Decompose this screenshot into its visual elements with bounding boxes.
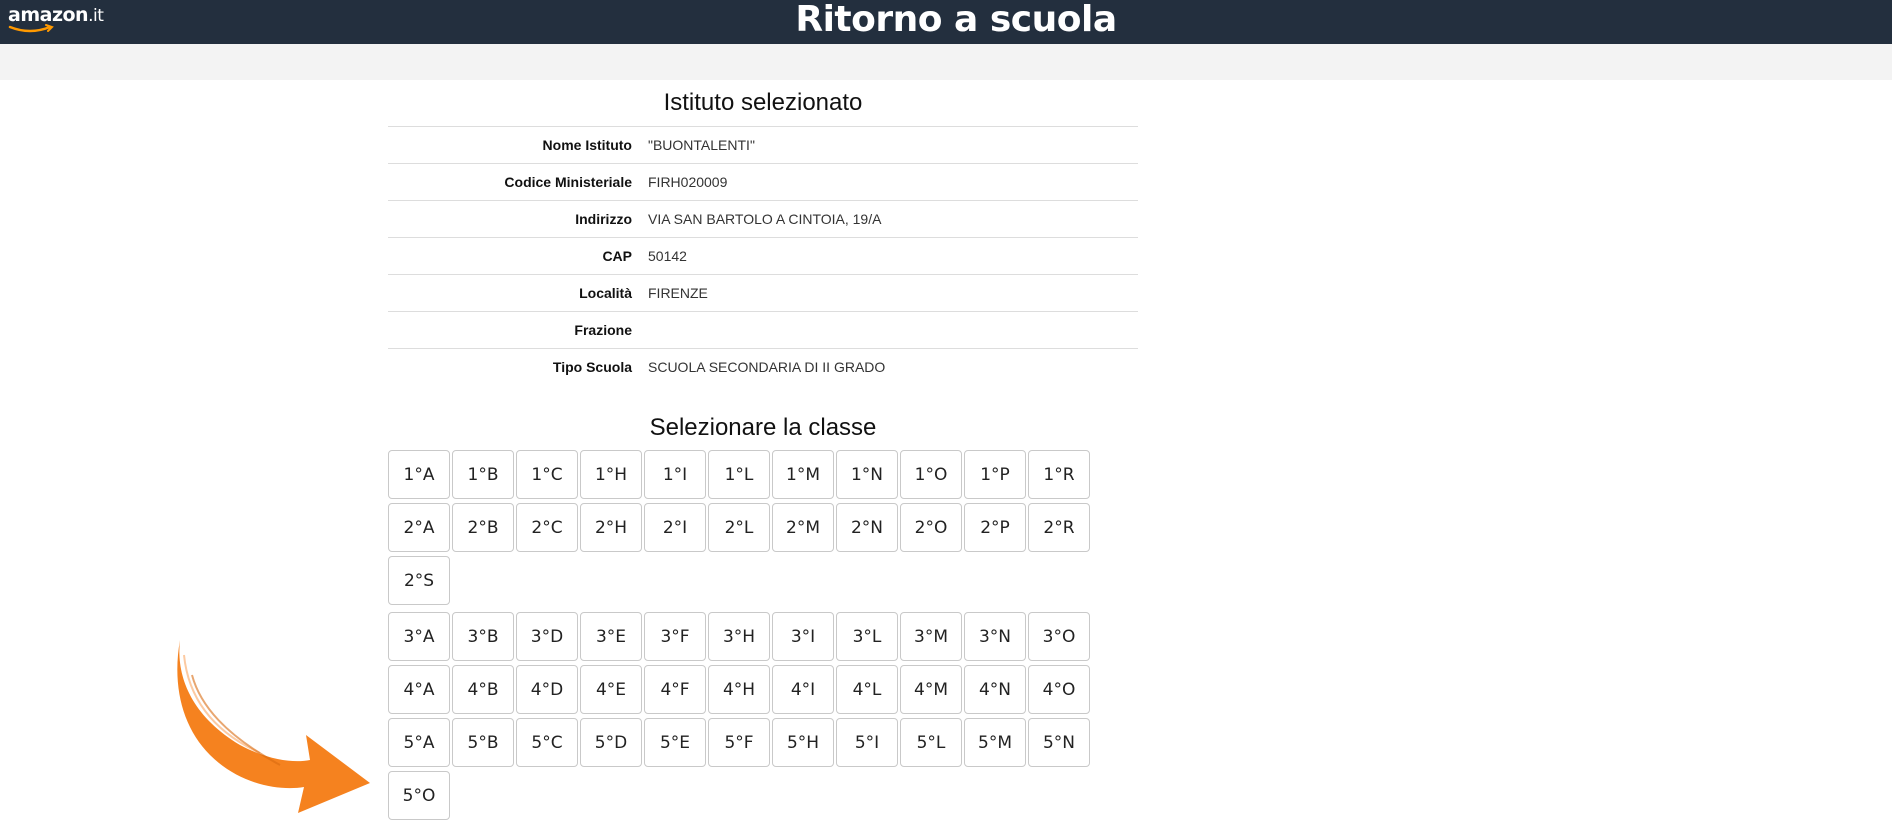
class-button[interactable]: 5°F xyxy=(708,718,770,767)
school-info-label: Località xyxy=(579,285,632,301)
class-button[interactable]: 3°F xyxy=(644,612,706,661)
school-info-label: Codice Ministeriale xyxy=(504,174,632,190)
class-button[interactable]: 5°N xyxy=(1028,718,1090,767)
class-button[interactable]: 5°C xyxy=(516,718,578,767)
class-button[interactable]: 2°L xyxy=(708,503,770,552)
class-button[interactable]: 3°E xyxy=(580,612,642,661)
class-button[interactable]: 2°C xyxy=(516,503,578,552)
class-button[interactable]: 5°M xyxy=(964,718,1026,767)
class-button[interactable]: 4°D xyxy=(516,665,578,714)
class-button[interactable]: 2°H xyxy=(580,503,642,552)
school-info-table: Nome Istituto "BUONTALENTI" Codice Ministe… xyxy=(388,126,1138,386)
class-button[interactable]: 3°M xyxy=(900,612,962,661)
class-button[interactable]: 5°I xyxy=(836,718,898,767)
class-button[interactable]: 2°M xyxy=(772,503,834,552)
class-row: 5°A 5°B 5°C 5°D 5°E 5°F 5°H 5°I 5°L 5°M 5°N xyxy=(388,718,1108,767)
class-button[interactable]: 4°B xyxy=(452,665,514,714)
class-button[interactable]: 1°C xyxy=(516,450,578,499)
class-button[interactable]: 4°N xyxy=(964,665,1026,714)
class-button[interactable]: 1°I xyxy=(644,450,706,499)
school-info-value: "BUONTALENTI" xyxy=(648,137,755,153)
class-button[interactable]: 4°E xyxy=(580,665,642,714)
class-row: 3°A 3°B 3°D 3°E 3°F 3°H 3°I 3°L 3°M 3°N 3°O xyxy=(388,612,1108,661)
class-button[interactable]: 5°B xyxy=(452,718,514,767)
class-button[interactable]: 2°O xyxy=(900,503,962,552)
class-button[interactable]: 5°L xyxy=(900,718,962,767)
school-info-row: Località FIRENZE xyxy=(388,274,1138,312)
class-button[interactable]: 1°H xyxy=(580,450,642,499)
class-button[interactable]: 1°P xyxy=(964,450,1026,499)
school-info-row: Tipo Scuola SCUOLA SECONDARIA DI II GRADO xyxy=(388,348,1138,386)
class-selection-grid: 1°A 1°B 1°C 1°H 1°I 1°L 1°M 1°N 1°O 1°P 1°R 2°A 2°B 2… xyxy=(388,450,1108,824)
class-row: 2°S xyxy=(388,556,1108,605)
class-button[interactable]: 5°D xyxy=(580,718,642,767)
school-info-label: Indirizzo xyxy=(575,211,632,227)
school-info-value: SCUOLA SECONDARIA DI II GRADO xyxy=(648,359,886,376)
class-button[interactable]: 4°L xyxy=(836,665,898,714)
class-button[interactable]: 4°M xyxy=(900,665,962,714)
class-row: 4°A 4°B 4°D 4°E 4°F 4°H 4°I 4°L 4°M 4°N 4°O xyxy=(388,665,1108,714)
class-button[interactable]: 4°I xyxy=(772,665,834,714)
school-info-row: Frazione xyxy=(388,311,1138,349)
class-row: 1°A 1°B 1°C 1°H 1°I 1°L 1°M 1°N 1°O 1°P 1°R xyxy=(388,450,1108,499)
class-button[interactable]: 2°N xyxy=(836,503,898,552)
class-button[interactable]: 2°I xyxy=(644,503,706,552)
school-info-label: CAP xyxy=(602,248,632,264)
school-info-row: Indirizzo VIA SAN BARTOLO A CINTOIA, 19/A xyxy=(388,200,1138,238)
class-button[interactable]: 5°O xyxy=(388,771,450,820)
class-button[interactable]: 1°R xyxy=(1028,450,1090,499)
class-button[interactable]: 5°A xyxy=(388,718,450,767)
class-button[interactable]: 1°M xyxy=(772,450,834,499)
school-info-row: CAP 50142 xyxy=(388,237,1138,275)
class-button[interactable]: 5°E xyxy=(644,718,706,767)
school-info-label: Nome Istituto xyxy=(542,137,632,153)
class-button[interactable]: 1°L xyxy=(708,450,770,499)
class-button[interactable]: 2°R xyxy=(1028,503,1090,552)
class-button[interactable]: 1°O xyxy=(900,450,962,499)
class-button[interactable]: 1°N xyxy=(836,450,898,499)
school-info-label: Tipo Scuola xyxy=(552,359,632,376)
class-button[interactable]: 4°F xyxy=(644,665,706,714)
school-info-panel: Istituto selezionato Nome Istituto "BUONT… xyxy=(388,80,1138,386)
class-button[interactable]: 3°L xyxy=(836,612,898,661)
school-info-row: Nome Istituto "BUONTALENTI" xyxy=(388,126,1138,164)
class-button[interactable]: 2°S xyxy=(388,556,450,605)
top-header: amazon.it Ritorno a scuola xyxy=(0,0,1892,44)
class-button[interactable]: 1°B xyxy=(452,450,514,499)
class-button[interactable]: 1°A xyxy=(388,450,450,499)
school-info-label: Frazione xyxy=(574,322,632,338)
classes-heading: Selezionare la classe xyxy=(649,414,877,441)
school-info-value xyxy=(648,312,1138,349)
class-button[interactable]: 3°I xyxy=(772,612,834,661)
class-row: 2°A 2°B 2°C 2°H 2°I 2°L 2°M 2°N 2°O 2°P 2°R xyxy=(388,503,1108,552)
school-info-row: Codice Ministeriale FIRH020009 xyxy=(388,163,1138,201)
class-button[interactable]: 3°H xyxy=(708,612,770,661)
class-button[interactable]: 3°N xyxy=(964,612,1026,661)
class-button[interactable]: 4°H xyxy=(708,665,770,714)
school-info-value: FIRENZE xyxy=(648,285,708,301)
school-heading: Istituto selezionato xyxy=(663,89,863,116)
school-info-value: 50142 xyxy=(648,248,687,264)
class-row: 5°O xyxy=(388,771,1108,820)
class-button[interactable]: 3°D xyxy=(516,612,578,661)
class-button[interactable]: 2°P xyxy=(964,503,1026,552)
page-title: Ritorno a scuola xyxy=(795,0,1117,40)
class-button[interactable]: 4°O xyxy=(1028,665,1090,714)
class-button[interactable]: 3°O xyxy=(1028,612,1090,661)
school-info-value: VIA SAN BARTOLO A CINTOIA, 19/A xyxy=(648,211,882,227)
orange-arrow-icon xyxy=(177,640,370,813)
sub-navigation-bar xyxy=(0,44,1892,80)
class-button[interactable]: 5°H xyxy=(772,718,834,767)
class-button[interactable]: 4°A xyxy=(388,665,450,714)
class-button[interactable]: 3°A xyxy=(388,612,450,661)
class-button[interactable]: 3°B xyxy=(452,612,514,661)
school-info-value: FIRH020009 xyxy=(648,174,728,190)
class-button[interactable]: 2°B xyxy=(452,503,514,552)
class-button[interactable]: 2°A xyxy=(388,503,450,552)
